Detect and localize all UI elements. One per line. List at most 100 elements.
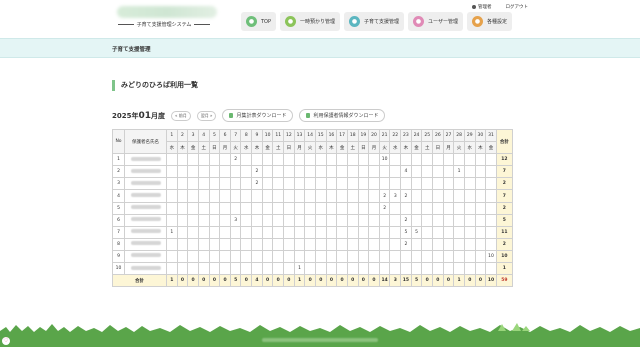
usage-cell <box>219 237 231 251</box>
usage-cell <box>283 262 295 276</box>
day-header: 4 <box>197 128 210 143</box>
nav-item-4[interactable]: ● 各種設定 <box>466 12 512 31</box>
weekday-header: 日 <box>208 141 221 155</box>
day-sum: 0 <box>283 274 295 288</box>
weekday-header: 木 <box>400 141 412 155</box>
usage-cell <box>187 213 199 227</box>
usage-cell <box>197 153 210 167</box>
usage-cell: 3 <box>229 213 242 227</box>
row-total: 11 <box>495 225 513 239</box>
usage-cell: 5 <box>400 225 412 239</box>
weekday-header: 日 <box>283 141 295 155</box>
usage-cell <box>219 201 231 215</box>
usage-cell <box>293 153 306 167</box>
usage-cell <box>261 165 274 179</box>
usage-cell <box>453 213 465 227</box>
row-no: 10 <box>112 262 125 276</box>
usage-cell <box>432 201 444 215</box>
day-sum: 0 <box>176 274 189 288</box>
usage-cell <box>293 165 306 179</box>
usage-cell <box>272 213 285 227</box>
guardian-name[interactable] <box>124 213 167 227</box>
usage-cell <box>453 225 465 239</box>
day-header: 25 <box>421 128 433 143</box>
nav-item-2[interactable]: ● 子育て支援管理 <box>344 12 405 31</box>
guardian-name[interactable] <box>124 165 167 179</box>
admin-link[interactable]: 管理者 <box>472 4 492 10</box>
usage-cell <box>219 165 231 179</box>
day-sum: 1 <box>166 274 178 288</box>
day-header: 24 <box>410 128 423 143</box>
guardian-name[interactable] <box>124 262 167 276</box>
usage-cell <box>410 177 423 191</box>
usage-cell <box>176 189 189 203</box>
usage-cell <box>219 153 231 167</box>
usage-cell <box>410 237 423 251</box>
weekday-header: 水 <box>240 141 253 155</box>
usage-cell <box>378 177 391 191</box>
usage-cell <box>346 177 359 191</box>
usage-cell <box>368 262 380 276</box>
usage-cell <box>176 262 189 276</box>
usage-cell <box>336 237 348 251</box>
day-sum: 5 <box>229 274 242 288</box>
row-no: 9 <box>112 249 125 264</box>
usage-cell <box>463 177 476 191</box>
usage-cell <box>485 237 497 251</box>
row-total: 1 <box>495 262 513 276</box>
weekday-header: 日 <box>432 141 444 155</box>
heart-icon[interactable]: ♡ <box>2 337 10 345</box>
usage-cell <box>368 249 380 264</box>
weekday-header: 金 <box>410 141 423 155</box>
day-header: 16 <box>325 128 338 143</box>
usage-cell <box>325 165 338 179</box>
usage-cell <box>208 189 221 203</box>
usage-cell <box>336 213 348 227</box>
guardian-name[interactable] <box>124 237 167 251</box>
usage-cell <box>166 153 178 167</box>
nav-item-3[interactable]: ● ユーザー管理 <box>408 12 463 31</box>
next-month-button[interactable]: 翌月 » <box>196 110 217 121</box>
usage-cell <box>368 201 380 215</box>
day-header: 3 <box>187 128 199 143</box>
usage-cell <box>410 249 423 264</box>
usage-cell <box>283 153 295 167</box>
nav-item-1[interactable]: ● 一時預かり管理 <box>280 12 341 31</box>
usage-cell <box>187 201 199 215</box>
download-guardian-button[interactable]: 利用保護者情報ダウンロード <box>299 109 386 122</box>
guardian-name[interactable] <box>124 201 167 215</box>
usage-cell <box>229 249 242 264</box>
nav-item-label: ユーザー管理 <box>428 19 458 25</box>
usage-cell <box>283 213 295 227</box>
weekday-header: 土 <box>346 141 359 155</box>
prev-month-button[interactable]: « 前月 <box>171 110 191 121</box>
guardian-name[interactable] <box>124 177 167 191</box>
usage-cell <box>208 201 221 215</box>
logout-link[interactable]: ログアウト <box>506 4 529 10</box>
weekday-header: 水 <box>166 141 178 155</box>
usage-cell <box>314 201 327 215</box>
guardian-name[interactable] <box>124 153 167 167</box>
logo[interactable] <box>117 6 217 18</box>
usage-cell <box>357 262 370 276</box>
usage-cell <box>442 262 455 276</box>
download-monthly-button[interactable]: 月集計表ダウンロード <box>222 109 294 122</box>
usage-cell <box>432 262 444 276</box>
usage-cell <box>325 237 338 251</box>
usage-cell <box>368 177 380 191</box>
usage-cell <box>400 177 412 191</box>
weekday-header: 土 <box>197 141 210 155</box>
day-sum: 0 <box>314 274 327 288</box>
row-total: 12 <box>495 153 513 167</box>
usage-cell <box>219 262 231 276</box>
usage-cell <box>346 237 359 251</box>
usage-cell <box>166 237 178 251</box>
nav-item-0[interactable]: ● TOP <box>241 12 277 31</box>
guardian-name[interactable] <box>124 249 167 264</box>
guardian-name[interactable] <box>124 225 167 239</box>
guardian-name[interactable] <box>124 189 167 203</box>
day-sum: 0 <box>357 274 370 288</box>
day-sum: 0 <box>240 274 253 288</box>
support-icon: ● <box>349 16 361 27</box>
usage-cell <box>240 153 253 167</box>
